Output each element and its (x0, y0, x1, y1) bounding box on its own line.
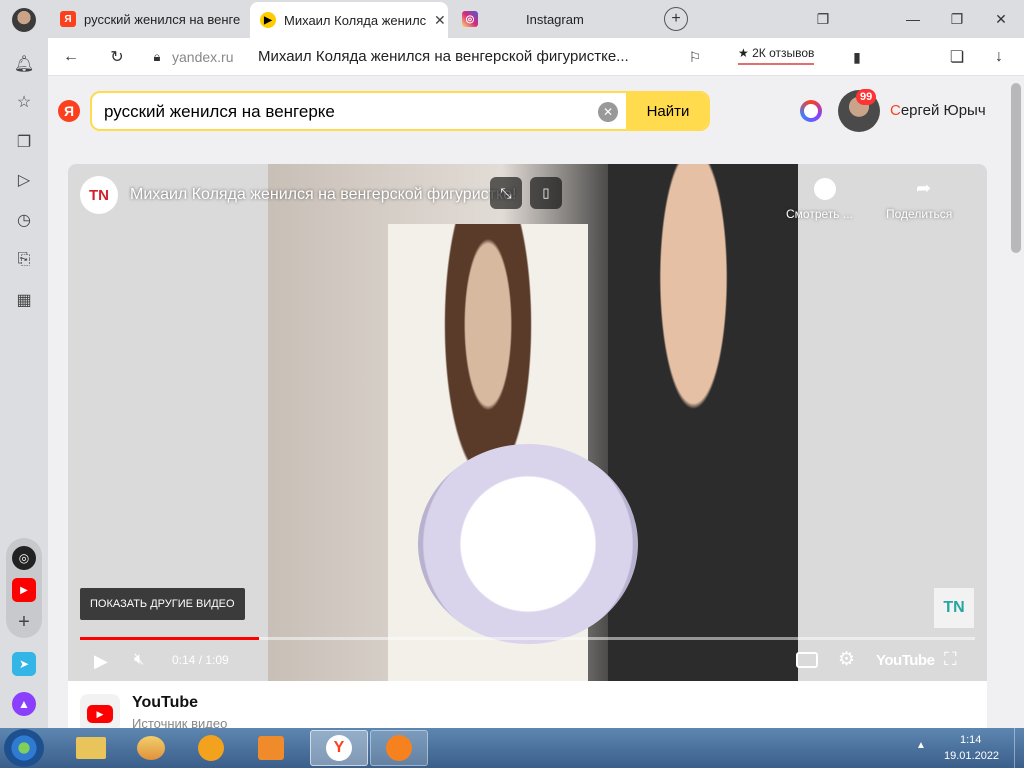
translate-icon[interactable]: ⚐ (684, 46, 706, 68)
tray-arrow-icon[interactable]: ▲ (916, 740, 926, 751)
scrollbar[interactable] (1008, 77, 1024, 728)
yandex-icon: Я (60, 11, 76, 27)
show-desktop-button[interactable] (1014, 728, 1024, 768)
tab-instagram[interactable]: ◎ Instagram (452, 4, 642, 34)
clear-search-icon[interactable]: ✕ (598, 102, 618, 122)
user-name[interactable]: Сергей Юрыч (890, 102, 986, 119)
plus-icon[interactable] (800, 100, 822, 122)
tab-search[interactable]: Я русский женился на венге (50, 4, 246, 34)
reviews-badge[interactable]: ★ 2К отзывов (738, 46, 815, 65)
user-name-initial: С (890, 102, 901, 119)
minimize-button[interactable]: — (898, 6, 928, 32)
tab-strip: Я русский женился на венге ▶ Михаил Коля… (0, 0, 1024, 38)
share-label[interactable]: Поделиться (886, 207, 952, 221)
favorites-star-icon[interactable]: ☆ (12, 90, 36, 114)
user-name-rest: ергей Юрыч (900, 102, 986, 119)
bookmark-icon[interactable]: ▮ (846, 46, 868, 68)
youtube-logo-button[interactable]: YouTube (876, 652, 935, 669)
fullscreen-icon[interactable]: ⛶ (944, 649, 957, 670)
explorer-folder-icon[interactable] (62, 730, 120, 766)
history-clock-icon[interactable]: ◷ (12, 208, 36, 232)
search-box: русский женился на венгерке ✕ Найти (90, 91, 710, 131)
video-player[interactable]: TN Михаил Коляда женился на венгерской ф… (68, 164, 987, 681)
search-button[interactable]: Найти (626, 93, 708, 129)
address-bar: ← ↻ 🔒︎ yandex.ru Михаил Коляда женился н… (48, 38, 1024, 76)
close-tab-icon[interactable]: ✕ (434, 12, 446, 29)
watch-later-icon[interactable] (814, 178, 836, 200)
notifications-icon[interactable]: 🔔︎ (12, 52, 36, 76)
youtube-play-icon: ▶ (87, 705, 113, 723)
groom-figure (608, 164, 798, 681)
search-input[interactable]: русский женился на венгерке (104, 102, 335, 122)
progress-fill (80, 637, 259, 640)
clock-time[interactable]: 1:14 (960, 734, 981, 746)
time-display: 0:14 / 1:09 (172, 653, 229, 667)
bookmarks-icon[interactable]: ❐ (808, 6, 838, 32)
page-title[interactable]: Михаил Коляда женился на венгерской фигу… (258, 48, 629, 65)
reload-icon[interactable]: ↻ (106, 46, 128, 68)
back-arrow-icon[interactable]: ← (60, 46, 82, 68)
flower-bouquet (418, 444, 638, 644)
collections-icon[interactable]: ❏ (946, 46, 968, 68)
clock-date[interactable]: 19.01.2022 (944, 750, 999, 762)
progress-track[interactable] (80, 637, 975, 640)
show-more-videos-button[interactable]: ПОКАЗАТЬ ДРУГИЕ ВИДЕО (80, 588, 245, 620)
watch-later-label[interactable]: Смотреть ... (786, 207, 853, 221)
aimp-icon[interactable] (182, 730, 240, 766)
messenger-app-icon[interactable]: ➤ (12, 652, 36, 676)
youtube-icon[interactable]: ▶ (12, 578, 36, 602)
yandex-logo[interactable]: Я (58, 100, 80, 122)
url-domain[interactable]: yandex.ru (172, 49, 233, 65)
source-name[interactable]: YouTube (132, 694, 198, 712)
play-button[interactable]: ▶ (94, 651, 108, 672)
share-icon[interactable]: ➦ (916, 178, 931, 199)
sticky-app-icon[interactable] (370, 730, 428, 766)
video-card: TN Михаил Коляда женился на венгерской ф… (68, 164, 987, 728)
scroll-thumb[interactable] (1011, 83, 1021, 253)
watermark-logo: TN (934, 588, 974, 628)
source-caption: Источник видео (132, 716, 228, 728)
start-button[interactable] (4, 729, 44, 767)
play-icon[interactable]: ▷ (12, 168, 36, 192)
notification-count-badge: 99 (856, 89, 877, 105)
yandex-video-icon: ▶ (260, 12, 276, 28)
profile-avatar[interactable] (12, 8, 36, 32)
mute-icon[interactable]: 🔇︎ (134, 651, 144, 669)
screenshot-icon[interactable]: ⎘ (12, 248, 36, 272)
subtitles-icon[interactable] (796, 652, 818, 668)
settings-gear-icon[interactable]: ⚙ (838, 648, 855, 671)
add-app-icon[interactable]: + (12, 610, 36, 634)
pip-icon[interactable]: ⤡ (490, 177, 522, 209)
messenger-icon[interactable]: ◎ (12, 546, 36, 570)
video-title[interactable]: Михаил Коляда женился на венгерской фигу… (130, 186, 517, 204)
page-content: Я русский женился на венгерке ✕ Найти 99… (48, 77, 1008, 728)
video-player-icon[interactable] (242, 730, 300, 766)
browser-sidebar: 🔔︎ ☆ ❐ ▷ ◷ ⎘ ▦ ◎ ▶ + ➤ ▲ (0, 38, 48, 728)
new-tab-button[interactable]: + (664, 7, 688, 31)
instagram-icon: ◎ (462, 11, 478, 27)
paint-icon[interactable] (122, 730, 180, 766)
lock-icon[interactable]: 🔒︎ (146, 46, 168, 68)
source-youtube-icon[interactable]: ▶ (80, 694, 120, 728)
tab-video[interactable]: ▶ Михаил Коляда женился ✕ (250, 2, 448, 38)
maximize-button[interactable]: ❐ (942, 6, 972, 32)
channel-logo[interactable]: TN (80, 176, 118, 214)
collections-icon[interactable]: ❐ (12, 130, 36, 154)
tab-title: русский женился на венге (84, 11, 241, 27)
windows-taskbar: Y ▲ 1:14 19.01.2022 (0, 728, 1024, 768)
close-window-button[interactable]: ✕ (986, 6, 1016, 32)
yandex-browser-taskbar-icon[interactable]: Y (310, 730, 368, 766)
alice-icon[interactable]: ▲ (12, 692, 36, 716)
save-bookmark-icon[interactable]: ▯ (530, 177, 562, 209)
download-icon[interactable]: ↓ (988, 46, 1010, 68)
tab-title: Михаил Коляда женился (284, 12, 426, 28)
tab-title: Instagram (526, 11, 584, 27)
apps-grid-icon[interactable]: ▦ (12, 288, 36, 312)
